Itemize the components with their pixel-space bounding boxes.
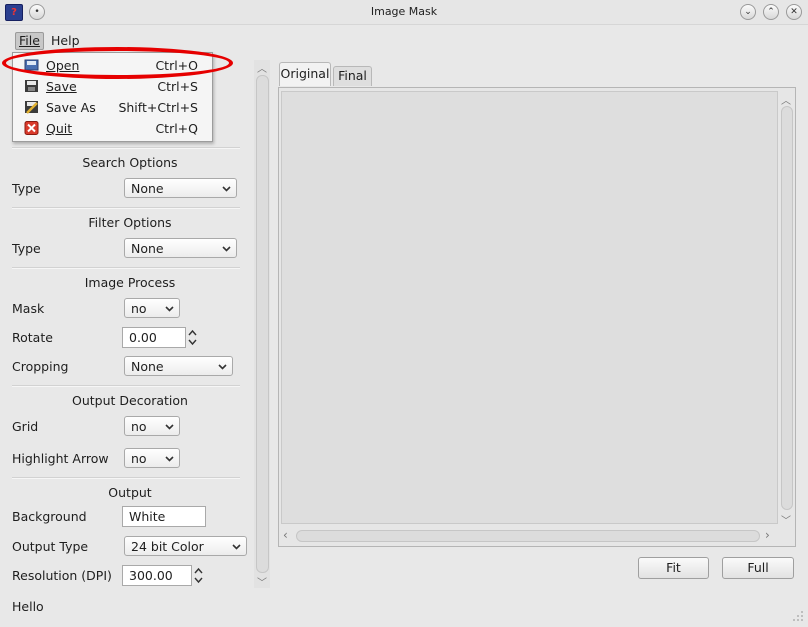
divider — [12, 385, 240, 387]
mask-dropdown[interactable]: no — [124, 298, 180, 318]
chevron-down-icon — [165, 306, 174, 312]
image-process-title: Image Process — [84, 275, 176, 290]
highlight-arrow-value: no — [131, 451, 147, 466]
image-hscroll-thumb[interactable] — [296, 530, 760, 542]
menu-help[interactable]: Help — [48, 33, 83, 49]
output-decoration-title: Output Decoration — [72, 393, 188, 408]
fit-button[interactable]: Fit — [638, 557, 709, 579]
grid-value: no — [131, 419, 147, 434]
tab-original[interactable]: Original — [279, 62, 331, 86]
menu-item-save[interactable]: Save Ctrl+S — [13, 76, 212, 97]
rotate-value: 0.00 — [129, 330, 157, 345]
output-type-label: Output Type — [12, 539, 89, 554]
minimize-icon[interactable]: ⌄ — [740, 4, 756, 20]
filter-type-dropdown[interactable]: None — [124, 238, 237, 258]
menu-item-quit[interactable]: Quit Ctrl+Q — [13, 118, 212, 139]
menu-item-quit-shortcut: Ctrl+Q — [155, 121, 198, 136]
close-icon[interactable]: ✕ — [786, 4, 802, 20]
tab-final[interactable]: Final — [333, 66, 372, 86]
divider — [12, 477, 240, 479]
resize-grip-icon[interactable] — [790, 608, 804, 622]
highlight-arrow-dropdown[interactable]: no — [124, 448, 180, 468]
window-title: Image Mask — [370, 5, 438, 18]
output-type-value: 24 bit Color — [131, 539, 204, 554]
menu-item-save-as-shortcut: Shift+Ctrl+S — [118, 100, 198, 115]
left-panel-scrollbar[interactable]: ︿ ﹀ — [254, 60, 270, 589]
title-bar: ? • Image Mask ⌄ ⌃ ✕ — [0, 0, 808, 25]
menu-item-save-as-label: Save As — [46, 100, 96, 115]
rotate-label: Rotate — [12, 330, 53, 345]
output-type-dropdown[interactable]: 24 bit Color — [124, 536, 247, 556]
search-type-label: Type — [12, 181, 41, 196]
scroll-up-icon[interactable]: ︿ — [255, 60, 269, 75]
chevron-down-icon — [165, 456, 174, 462]
cropping-dropdown[interactable]: None — [124, 356, 233, 376]
maximize-icon[interactable]: ⌃ — [763, 4, 779, 20]
scroll-left-icon[interactable]: ‹ — [283, 528, 293, 542]
full-button[interactable]: Full — [722, 557, 794, 579]
highlight-annotation — [2, 47, 233, 79]
chevron-down-icon — [218, 364, 227, 370]
resolution-value: 300.00 — [129, 568, 173, 583]
menu-file[interactable]: File — [15, 32, 44, 50]
filter-options-title: Filter Options — [88, 215, 172, 230]
output-title: Output — [108, 485, 152, 500]
menu-file-label: File — [19, 33, 40, 48]
fit-button-label: Fit — [666, 560, 681, 575]
menu-item-quit-label: Quit — [46, 121, 73, 136]
chevron-down-icon — [222, 246, 231, 252]
background-label: Background — [12, 509, 87, 524]
resolution-spinbox[interactable]: 300.00 — [122, 565, 192, 586]
menu-item-save-as[interactable]: Save As Shift+Ctrl+S — [13, 97, 212, 118]
search-type-value: None — [131, 181, 164, 196]
rotate-spinbox[interactable]: 0.00 — [122, 327, 186, 348]
chevron-down-icon — [232, 544, 241, 550]
divider — [12, 147, 240, 149]
tab-final-label: Final — [338, 68, 367, 83]
scroll-thumb[interactable] — [256, 75, 269, 573]
status-text: Hello — [12, 599, 44, 614]
chevron-down-icon — [165, 424, 174, 430]
menu-help-label: Help — [51, 33, 80, 48]
filter-type-label: Type — [12, 241, 41, 256]
mask-label: Mask — [12, 301, 45, 316]
divider — [12, 207, 240, 209]
mask-value: no — [131, 301, 147, 316]
filter-type-value: None — [131, 241, 164, 256]
menu-item-save-shortcut: Ctrl+S — [157, 79, 198, 94]
divider — [12, 267, 240, 269]
cropping-value: None — [131, 359, 164, 374]
search-type-dropdown[interactable]: None — [124, 178, 237, 198]
scroll-right-icon[interactable]: › — [765, 528, 775, 542]
quit-icon — [24, 121, 39, 135]
chevron-down-icon — [222, 186, 231, 192]
rotate-spin-arrows-icon[interactable] — [186, 327, 199, 348]
scroll-up-icon[interactable]: ︿ — [779, 92, 793, 107]
highlight-arrow-label: Highlight Arrow — [12, 451, 109, 466]
grid-dropdown[interactable]: no — [124, 416, 180, 436]
resolution-spin-arrows-icon[interactable] — [192, 565, 205, 586]
image-vscroll-thumb[interactable] — [781, 106, 793, 510]
image-canvas[interactable] — [281, 91, 778, 524]
background-field[interactable]: White — [122, 506, 206, 527]
search-options-title: Search Options — [82, 155, 178, 170]
resolution-label: Resolution (DPI) — [12, 568, 112, 583]
scroll-down-icon[interactable]: ﹀ — [255, 574, 269, 589]
save-icon — [25, 80, 38, 92]
cropping-label: Cropping — [12, 359, 69, 374]
grid-label: Grid — [12, 419, 39, 434]
save-as-icon — [25, 101, 38, 114]
tab-original-label: Original — [280, 66, 330, 81]
scroll-down-icon[interactable]: ﹀ — [779, 512, 793, 527]
background-value: White — [129, 509, 166, 524]
full-button-label: Full — [747, 560, 769, 575]
menu-item-save-label: Save — [46, 79, 77, 94]
